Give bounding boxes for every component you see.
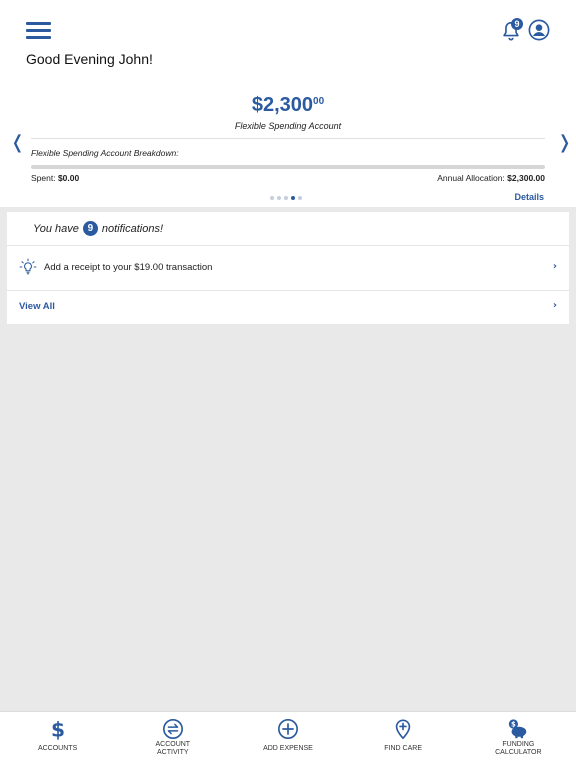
- balance-dollars: $2,300: [251, 94, 314, 116]
- view-all-link[interactable]: View All: [19, 301, 55, 312]
- lightbulb-icon: [19, 258, 37, 275]
- piggy-bank-icon: $: [509, 719, 527, 739]
- carousel-page-indicator[interactable]: [270, 196, 302, 200]
- carousel-dot[interactable]: [284, 196, 288, 200]
- nav-label: FIND CARE: [384, 745, 423, 752]
- account-summary-panel: 9 Good Evening John! ❬ ❭ $2,30000 Flexib…: [0, 0, 576, 207]
- hamburger-menu-icon[interactable]: [26, 22, 51, 39]
- view-all-row[interactable]: View All ›: [7, 291, 569, 324]
- notifications-header: You have 9 notifications!: [33, 221, 163, 236]
- bottom-navigation: $ ACCOUNTS ACCOUNT ACTIVITY ADD EXPENSE …: [0, 711, 576, 768]
- divider: [31, 138, 545, 139]
- nav-label: FUNDING CALCULATOR: [495, 741, 542, 756]
- carousel-dot[interactable]: [270, 196, 274, 200]
- details-link[interactable]: Details: [514, 192, 544, 202]
- notifications-prefix: You have: [33, 222, 79, 235]
- notification-count-badge: 9: [511, 18, 523, 30]
- spending-progress-bar: [31, 165, 545, 169]
- notification-item[interactable]: Add a receipt to your $19.00 transaction…: [7, 246, 569, 290]
- notifications-suffix: notifications!: [101, 222, 164, 235]
- account-name: Flexible Spending Account: [234, 121, 342, 131]
- account-balance: $2,30000: [0, 94, 576, 117]
- nav-label: ACCOUNT ACTIVITY: [155, 741, 191, 756]
- carousel-dot[interactable]: [291, 196, 295, 200]
- chevron-right-icon: ›: [552, 300, 557, 311]
- profile-icon[interactable]: [528, 19, 550, 41]
- transfer-icon: [162, 719, 183, 739]
- greeting-text: Good Evening John!: [26, 51, 153, 67]
- nav-label: ADD EXPENSE: [263, 745, 313, 752]
- nav-label: ACCOUNTS: [37, 745, 78, 752]
- spent-label: Spent:: [31, 173, 56, 183]
- chevron-right-icon: ›: [552, 261, 557, 272]
- map-pin-plus-icon: [395, 719, 411, 740]
- notification-text: Add a receipt to your $19.00 transaction: [44, 262, 213, 273]
- dollar-icon: $: [51, 718, 65, 740]
- nav-funding-calculator[interactable]: $ FUNDING CALCULATOR: [461, 712, 576, 768]
- spent-value: $0.00: [57, 173, 80, 183]
- carousel-next-arrow-icon[interactable]: ❭: [557, 132, 572, 153]
- annual-allocation: Annual Allocation: $2,300.00: [437, 173, 545, 183]
- plus-circle-icon: [277, 719, 298, 739]
- nav-account-activity[interactable]: ACCOUNT ACTIVITY: [115, 712, 230, 768]
- carousel-prev-arrow-icon[interactable]: ❬: [10, 132, 25, 153]
- nav-accounts[interactable]: $ ACCOUNTS: [0, 712, 115, 768]
- notifications-card: You have 9 notifications! Add a receipt …: [7, 212, 569, 324]
- carousel-dot[interactable]: [298, 196, 302, 200]
- nav-add-expense[interactable]: ADD EXPENSE: [230, 712, 345, 768]
- balance-cents: 00: [313, 96, 325, 107]
- nav-find-care[interactable]: FIND CARE: [346, 712, 461, 768]
- svg-text:$: $: [511, 720, 516, 728]
- svg-text:$: $: [51, 718, 65, 740]
- annual-label: Annual Allocation:: [437, 173, 505, 183]
- annual-value: $2,300.00: [507, 173, 545, 183]
- notifications-count-badge: 9: [82, 221, 98, 236]
- carousel-dot[interactable]: [277, 196, 281, 200]
- spent-amount: Spent: $0.00: [31, 173, 79, 183]
- breakdown-label: Flexible Spending Account Breakdown:: [31, 148, 179, 158]
